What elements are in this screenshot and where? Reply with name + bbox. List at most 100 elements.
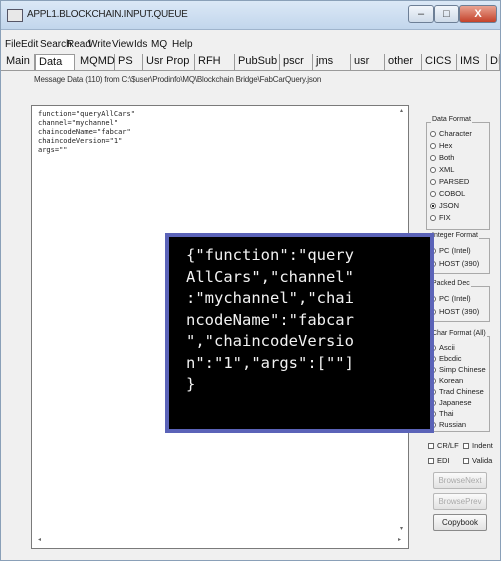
radio-xml[interactable]: XML <box>430 165 454 174</box>
tab-bar: Main Data MQMD PS Usr Prop RFH PubSub ps… <box>1 53 500 71</box>
overlay-line: AllCars","channel" <box>186 267 354 286</box>
checkbox-icon <box>428 443 434 450</box>
option-label: Russian <box>439 420 467 429</box>
char-format-title: Char Format (All) <box>431 330 487 337</box>
option-label: Character <box>439 129 472 138</box>
radio-character[interactable]: Character <box>430 129 472 138</box>
packed-dec-group: Packed Dec PC (Intel) HOST (390) <box>426 280 490 322</box>
radio-both[interactable]: Both <box>430 153 454 162</box>
radio-packed-pc[interactable]: PC (Intel) <box>430 294 471 303</box>
menu-bar: File Edit Search Read Write View Ids MQ … <box>1 37 500 53</box>
radio-circle-icon <box>430 191 436 198</box>
tab-ims[interactable]: IMS <box>457 54 487 70</box>
radio-ebcdic[interactable]: Ebcdic <box>430 354 462 363</box>
overlay-line: ncodeName":"fabcar <box>186 310 354 329</box>
tab-cics[interactable]: CICS <box>422 54 457 70</box>
copybook-button[interactable]: Copybook <box>433 514 487 531</box>
editor-line: chaincodeName="fabcar" <box>38 128 131 136</box>
option-label: Simp Chinese <box>439 365 486 374</box>
radio-fix[interactable]: FIX <box>430 213 451 222</box>
checkbox-label: Indent <box>472 441 493 450</box>
radio-parsed[interactable]: PARSED <box>430 177 469 186</box>
checkbox-validate[interactable]: Valida <box>463 456 492 465</box>
scroll-left-icon[interactable]: ◂ <box>38 536 41 543</box>
menu-help[interactable]: Help <box>172 39 193 50</box>
tab-jms[interactable]: jms <box>313 54 351 70</box>
tab-mqmd[interactable]: MQMD <box>77 54 115 70</box>
checkbox-crlf[interactable]: CR/LF <box>428 441 459 450</box>
radio-russian[interactable]: Russian <box>430 420 466 429</box>
message-status: Message Data (110) from C:\$user\Prodinf… <box>34 75 322 84</box>
menu-mq[interactable]: MQ <box>151 39 167 50</box>
tab-data[interactable]: Data <box>35 54 75 70</box>
browse-next-button[interactable]: BrowseNext <box>433 472 487 489</box>
radio-hex[interactable]: Hex <box>430 141 452 150</box>
option-label: XML <box>439 165 455 174</box>
option-label: PC (Intel) <box>439 246 471 255</box>
radio-int-pc[interactable]: PC (Intel) <box>430 246 471 255</box>
data-format-group: Data Format Character Hex Both XML PARSE… <box>426 116 490 230</box>
editor-line: channel="mychannel" <box>38 119 119 127</box>
tab-main[interactable]: Main <box>3 54 35 70</box>
radio-circle-icon <box>430 215 436 222</box>
checkbox-indent[interactable]: Indent <box>463 441 493 450</box>
tab-other[interactable]: other <box>385 54 422 70</box>
app-window: APPL1.BLOCKCHAIN.INPUT.QUEUE – □ X File … <box>0 0 501 561</box>
option-label: PARSED <box>439 177 470 186</box>
option-label: Thai <box>439 409 454 418</box>
radio-selected-icon <box>430 203 436 210</box>
radio-circle-icon <box>430 179 436 186</box>
option-label: JSON <box>439 201 460 210</box>
editor-line: args="" <box>38 146 68 154</box>
data-format-title: Data Format <box>431 116 472 123</box>
editor-line: chaincodeVersion="1" <box>38 137 123 145</box>
radio-trad-chinese[interactable]: Trad Chinese <box>430 387 484 396</box>
scroll-down-icon[interactable]: ▾ <box>400 525 403 532</box>
option-label: FIX <box>439 213 451 222</box>
checkbox-icon <box>463 443 469 450</box>
option-label: Japanese <box>439 398 472 407</box>
menu-view[interactable]: View <box>112 39 134 50</box>
checkbox-label: Valida <box>472 456 493 465</box>
option-label: HOST (390) <box>439 307 480 316</box>
option-label: PC (Intel) <box>439 294 471 303</box>
radio-json[interactable]: JSON <box>430 201 459 210</box>
scroll-up-icon[interactable]: ▴ <box>400 107 403 114</box>
radio-packed-host[interactable]: HOST (390) <box>430 307 479 316</box>
menu-edit[interactable]: Edit <box>21 39 38 50</box>
menu-write[interactable]: Write <box>88 39 111 50</box>
option-label: Ebcdic <box>439 354 462 363</box>
radio-int-host[interactable]: HOST (390) <box>430 259 479 268</box>
radio-simp-chinese[interactable]: Simp Chinese <box>430 365 486 374</box>
tab-ps[interactable]: PS <box>115 54 143 70</box>
browse-prev-button[interactable]: BrowsePrev <box>433 493 487 510</box>
radio-japanese[interactable]: Japanese <box>430 398 472 407</box>
option-label: Korean <box>439 376 464 385</box>
close-button[interactable]: X <box>459 5 497 23</box>
title-bar[interactable]: APPL1.BLOCKCHAIN.INPUT.QUEUE – □ X <box>1 1 500 30</box>
tab-pscr[interactable]: pscr <box>280 54 313 70</box>
checkbox-edi[interactable]: EDI <box>428 456 450 465</box>
radio-korean[interactable]: Korean <box>430 376 463 385</box>
overlay-line: n":"1","args":[""] <box>186 353 354 372</box>
tab-usr-prop[interactable]: Usr Prop <box>143 54 195 70</box>
menu-ids[interactable]: Ids <box>134 39 147 50</box>
editor-line: function="queryAllCars" <box>38 110 135 118</box>
json-zoom-overlay: {"function":"query AllCars","channel" :"… <box>165 233 434 433</box>
radio-cobol[interactable]: COBOL <box>430 189 465 198</box>
option-label: Both <box>439 153 455 162</box>
menu-file[interactable]: File <box>5 39 21 50</box>
overlay-line: :"mychannel","chai <box>186 289 354 307</box>
tab-pubsub[interactable]: PubSub <box>235 54 280 70</box>
tab-rfh[interactable]: RFH <box>195 54 235 70</box>
checkbox-icon <box>428 458 434 465</box>
tab-dlq[interactable]: DLQ <box>487 54 500 70</box>
minimize-button[interactable]: – <box>408 5 434 23</box>
radio-circle-icon <box>430 155 436 162</box>
radio-circle-icon <box>430 131 436 138</box>
tab-usr[interactable]: usr <box>351 54 385 70</box>
maximize-button[interactable]: □ <box>434 5 459 23</box>
integer-format-title: Integer Format <box>431 232 479 239</box>
overlay-line: ","chaincodeVersio <box>186 332 354 350</box>
window-title: APPL1.BLOCKCHAIN.INPUT.QUEUE <box>27 9 188 20</box>
